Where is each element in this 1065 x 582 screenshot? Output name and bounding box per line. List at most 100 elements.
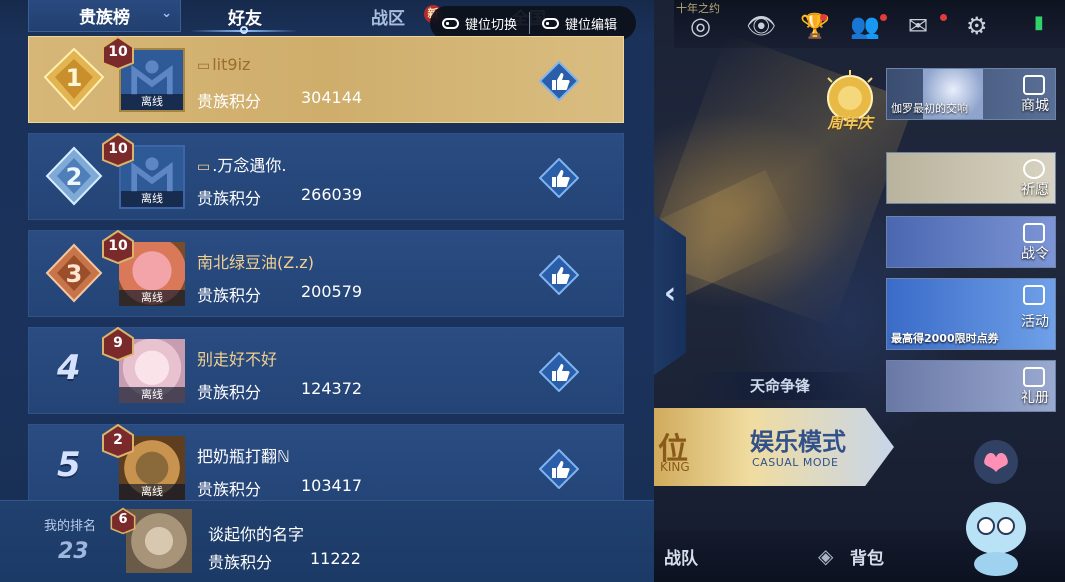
like-thumbs-up-icon[interactable]: [539, 61, 579, 101]
noble-level: 9: [113, 335, 123, 351]
rank-number: 3: [66, 260, 83, 288]
silver-rank-emblem-icon: 2: [45, 146, 103, 206]
like-thumbs-up-icon[interactable]: [539, 255, 579, 295]
offline-status: 离线: [119, 387, 185, 403]
like-thumbs-up-icon[interactable]: [539, 352, 579, 392]
shop-card[interactable]: 伽罗最初的交响 商城: [886, 68, 1056, 120]
my-noble-level: 6: [118, 512, 128, 527]
wish-icon: [1023, 159, 1045, 179]
player-name: 南北绿豆油(Z.z): [197, 253, 314, 272]
rank-number: 4: [57, 348, 81, 388]
wish-card-caption: 祈愿: [1021, 182, 1049, 198]
wifi-icon: ▮: [1034, 12, 1044, 33]
key-switch-label: 键位切换: [465, 17, 518, 33]
chevron-down-icon: ⌄: [161, 6, 172, 21]
mascot-assistant-icon[interactable]: [950, 438, 1050, 578]
battle-pass-icon: [1023, 223, 1045, 243]
key-toolbar: 键位切换 键位编辑: [430, 6, 636, 40]
score-value: 103417: [301, 476, 363, 495]
notification-dot: [820, 14, 827, 21]
offline-status: 离线: [119, 484, 185, 500]
friends-icon[interactable]: 👥: [850, 12, 880, 40]
battle-pass-card[interactable]: 战令: [886, 216, 1056, 268]
player-name: 别走好不好: [197, 350, 278, 369]
offline-status: 离线: [119, 290, 185, 306]
ranking-type-label: 贵族榜: [79, 8, 130, 28]
like-thumbs-up-icon[interactable]: [539, 158, 579, 198]
shop-card-caption: 商城: [1021, 98, 1049, 114]
noble-level: 10: [108, 141, 128, 157]
top-icon-bar: 十年之约 ◎ 👁 🏆 👥 ✉ ⚙ ▮: [674, 0, 1065, 48]
score-value: 200579: [301, 282, 363, 301]
ranking-row[interactable]: 4 离线 9 别走好不好 贵族积分 124372: [28, 326, 624, 414]
my-player-name: 谈起你的名字: [208, 525, 305, 544]
tab-zone[interactable]: 战区: [371, 4, 405, 29]
ranking-row[interactable]: 1 离线 10 ▭ lit9iz 贵族积分 304144: [28, 35, 624, 123]
player-name: 把奶瓶打翻ℕ: [197, 447, 290, 466]
score-label: 贵族积分: [197, 383, 262, 402]
event-card[interactable]: 最高得2000限时点券 活动: [886, 278, 1056, 350]
ranked-mode-partial-sub: KING: [660, 460, 690, 474]
rank-number: 5: [57, 445, 81, 485]
team-button[interactable]: 战队: [664, 544, 698, 569]
casual-mode-title: 娱乐模式: [750, 428, 846, 456]
active-tab-dot: [240, 26, 248, 34]
score-value: 124372: [301, 379, 363, 398]
settings-gear-icon[interactable]: ⚙: [966, 12, 988, 40]
casual-mode-subtitle: CASUAL MODE: [752, 456, 839, 469]
shop-card-subtitle: 伽罗最初的交响: [891, 102, 968, 115]
eye-icon[interactable]: 👁: [746, 12, 776, 40]
gift-book-icon: [1023, 367, 1045, 387]
card-icon: ▭: [197, 58, 211, 74]
score-label: 贵族积分: [197, 92, 262, 111]
notification-dot: [940, 14, 947, 21]
score-label: 贵族积分: [197, 286, 262, 305]
player-name-text: lit9iz: [212, 55, 251, 74]
offline-status: 离线: [121, 94, 183, 110]
wish-card[interactable]: 祈愿: [886, 152, 1056, 204]
gamepad-icon: [442, 17, 459, 29]
collapse-panel-chevron-icon[interactable]: ‹: [656, 272, 684, 318]
event-card-subtitle: 最高得2000限时点券: [891, 332, 999, 345]
rank-number: 2: [66, 163, 83, 191]
key-switch-button[interactable]: 键位切换: [430, 6, 517, 40]
score-label: 贵族积分: [197, 189, 262, 208]
noble-level: 10: [108, 238, 128, 254]
fate-contest-label[interactable]: 天命争锋: [690, 372, 870, 400]
ranking-type-dropdown[interactable]: 贵族榜 ⌄: [28, 0, 181, 32]
mail-icon[interactable]: ✉: [908, 12, 928, 40]
target-icon[interactable]: ◎: [690, 12, 711, 40]
ranking-row[interactable]: 2 离线 10 ▭ .万念遇你. 贵族积分 266039: [28, 132, 624, 220]
score-value: 304144: [301, 88, 363, 107]
noble-level-badge-icon: [102, 35, 134, 71]
offline-status: 离线: [121, 191, 183, 207]
bronze-rank-emblem-icon: 3: [45, 243, 103, 303]
score-value: 266039: [301, 185, 363, 204]
player-name: ▭ .万念遇你.: [197, 152, 286, 176]
card-icon: ▭: [197, 159, 211, 175]
event-icon: [1023, 285, 1045, 305]
my-score-label: 贵族积分: [208, 553, 273, 572]
ranking-row[interactable]: 5 离线 2 把奶瓶打翻ℕ 贵族积分 103417: [28, 423, 624, 511]
ranking-row[interactable]: 3 离线 10 南北绿豆油(Z.z) 贵族积分 200579: [28, 229, 624, 317]
rank-number: 1: [66, 64, 83, 92]
battle-pass-card-caption: 战令: [1021, 246, 1049, 262]
gift-book-card[interactable]: 礼册: [886, 360, 1056, 412]
anniversary-label[interactable]: 周年庆: [818, 112, 882, 133]
notification-dot: [880, 14, 887, 21]
my-rank-number: 23: [58, 539, 89, 564]
event-card-caption: 活动: [1021, 314, 1049, 330]
backpack-button[interactable]: 背包: [850, 544, 884, 569]
like-thumbs-up-icon[interactable]: [539, 449, 579, 489]
backpack-icon: ◈: [818, 544, 834, 568]
key-edit-button[interactable]: 键位编辑: [530, 6, 617, 40]
gift-book-card-caption: 礼册: [1021, 390, 1049, 406]
noble-level: 2: [113, 432, 123, 448]
my-rank-label: 我的排名: [44, 519, 97, 534]
gamepad-icon: [542, 17, 560, 29]
gold-rank-emblem-icon: 1: [43, 47, 105, 111]
shop-icon: [1023, 75, 1045, 95]
my-rank-bar: 我的排名 23 6 谈起你的名字 贵族积分 11222: [0, 500, 654, 582]
player-name: ▭ lit9iz: [197, 55, 250, 74]
casual-mode-button[interactable]: 位 KING 娱乐模式 CASUAL MODE: [654, 408, 894, 486]
